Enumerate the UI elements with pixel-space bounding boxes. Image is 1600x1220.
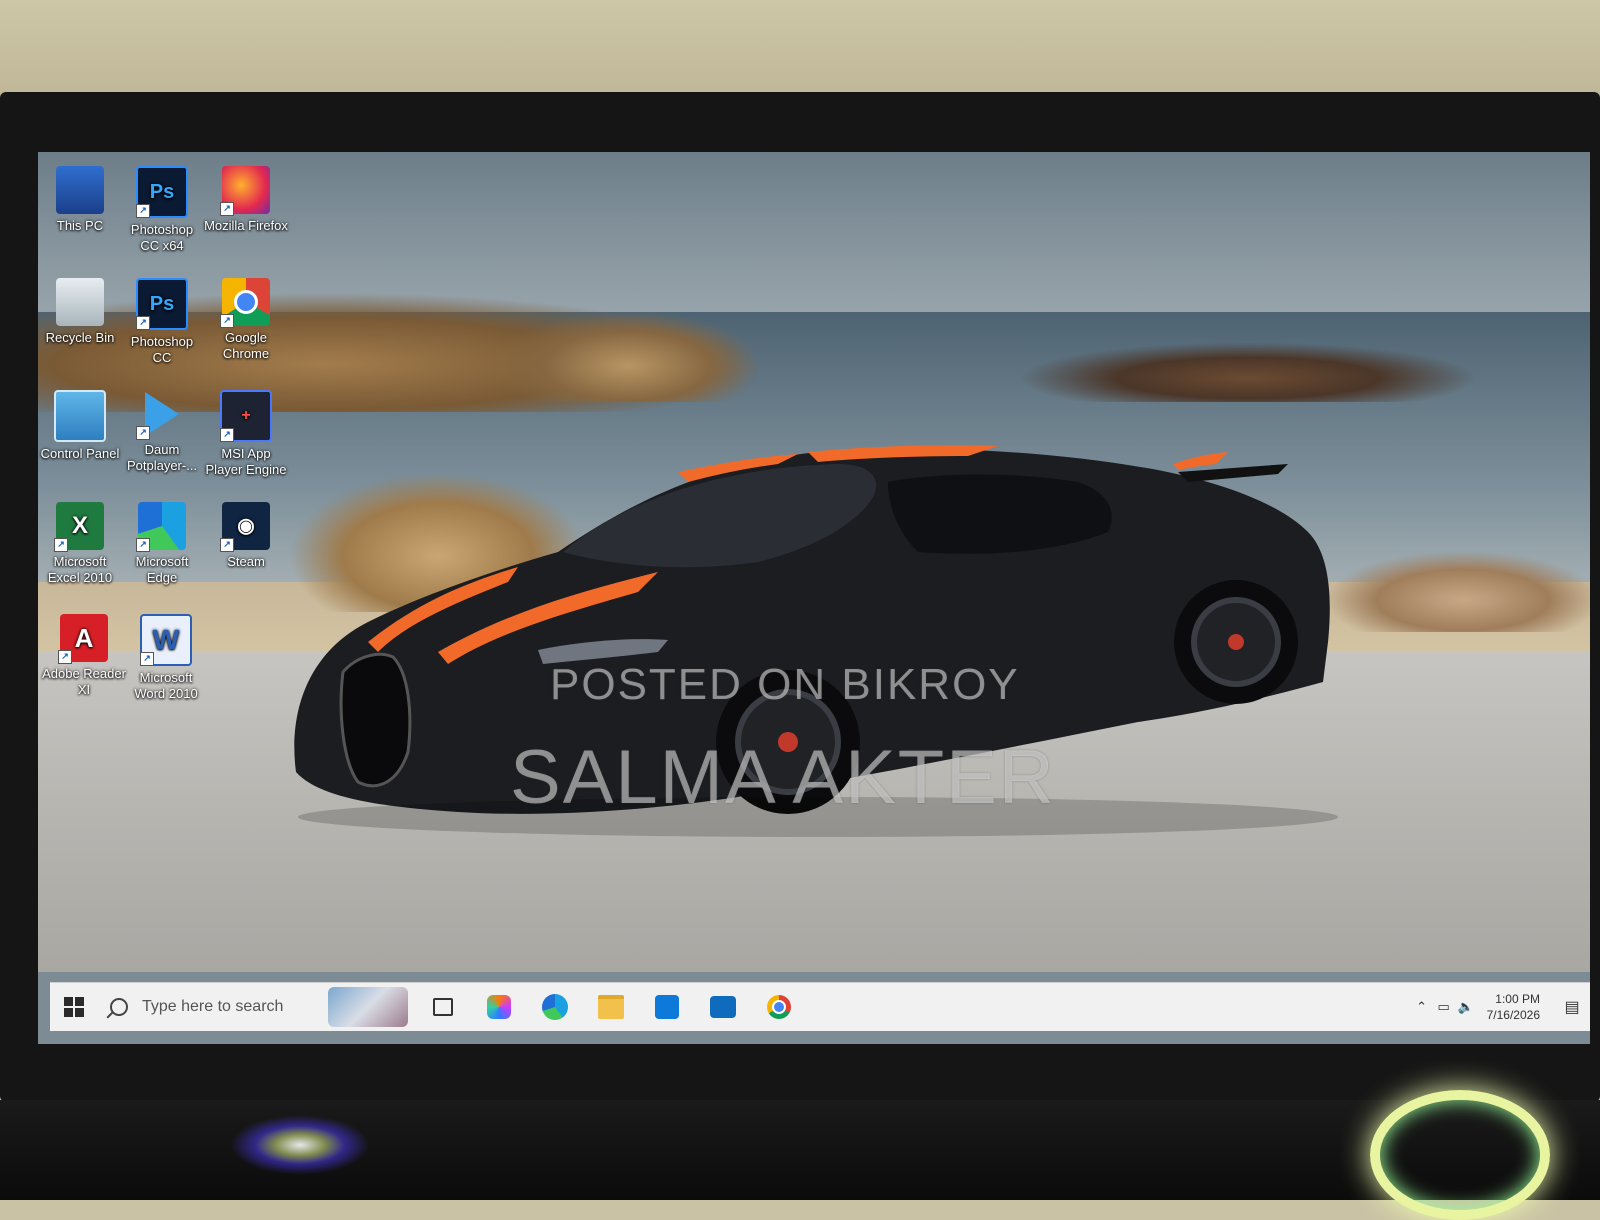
potplayer-icon: ↗	[136, 390, 186, 440]
desktop-icon-label: This PC	[56, 218, 104, 233]
desktop-icon-excel-2010[interactable]: X ↗ Microsoft Excel 2010	[38, 502, 122, 586]
microsoft-store-icon	[655, 995, 679, 1019]
desktop-icon-label: Daum Potplayer-...	[126, 442, 198, 473]
computer-icon	[56, 166, 104, 214]
chrome-icon: ↗	[220, 278, 270, 328]
search-highlight-image[interactable]	[328, 987, 408, 1027]
edge-icon: ↗	[136, 502, 186, 552]
edge-icon	[542, 994, 568, 1020]
volume-icon[interactable]: 🔈	[1455, 999, 1477, 1015]
desktop-icon-mozilla-firefox[interactable]: ↗ Mozilla Firefox	[204, 166, 288, 234]
desktop-icon-google-chrome[interactable]: ↗ Google Chrome	[204, 278, 288, 362]
microsoft-store-button[interactable]	[646, 986, 688, 1028]
photoshop-icon: Ps ↗	[136, 166, 188, 218]
excel-icon: X ↗	[54, 502, 104, 552]
desktop-icon-photoshop-cc-x64[interactable]: Ps ↗ Photoshop CC x64	[120, 166, 204, 254]
notification-icon: ▤	[1564, 999, 1580, 1016]
task-view-icon	[433, 998, 453, 1016]
desktop-icon-label: Microsoft Edge	[135, 554, 189, 585]
desktop-icon-label: Recycle Bin	[45, 330, 115, 345]
notification-center-button[interactable]: ▤	[1554, 983, 1590, 1031]
desktop-icon-recycle-bin[interactable]: Recycle Bin	[38, 278, 122, 346]
network-icon[interactable]: ▭	[1433, 999, 1455, 1015]
desktop-icon-msi-app-player[interactable]: + ↗ MSI App Player Engine	[204, 390, 288, 478]
desktop-icon-label: Photoshop CC x64	[130, 222, 194, 253]
chrome-taskbar-button[interactable]	[758, 986, 800, 1028]
chrome-icon	[767, 995, 791, 1019]
desktop-icon-daum-potplayer[interactable]: ↗ Daum Potplayer-...	[120, 390, 204, 474]
desktop-icon-word-2010[interactable]: W ↗ Microsoft Word 2010	[124, 614, 208, 702]
desktop-icon-label: Control Panel	[40, 446, 120, 461]
desktop-icon-label: Steam	[227, 554, 265, 569]
clock-date: 7/16/2026	[1486, 1008, 1540, 1022]
rgb-fan-light	[230, 1115, 370, 1175]
desktop-icon-adobe-reader[interactable]: A ↗ Adobe Reader XI	[42, 614, 126, 698]
copilot-icon	[487, 995, 511, 1019]
word-icon: W ↗	[140, 614, 192, 666]
watermark-text: SALMA AKTER	[510, 735, 1056, 820]
outlook-button[interactable]	[702, 986, 744, 1028]
firefox-icon: ↗	[220, 166, 270, 216]
watermark-text: POSTED ON BIKROY	[550, 660, 1020, 709]
desktop-icon-label: Microsoft Word 2010	[134, 670, 198, 701]
adobe-reader-icon: A ↗	[58, 614, 108, 664]
recycle-bin-icon	[56, 278, 104, 326]
edge-taskbar-button[interactable]	[534, 986, 576, 1028]
desktop-icon-microsoft-edge[interactable]: ↗ Microsoft Edge	[120, 502, 204, 586]
copilot-button[interactable]	[478, 986, 520, 1028]
taskbar-search-box[interactable]: Type here to search	[98, 983, 328, 1031]
task-view-button[interactable]	[422, 986, 464, 1028]
desktop-icon-label: MSI App Player Engine	[205, 446, 287, 477]
chevron-up-icon[interactable]: ⌃	[1411, 999, 1433, 1015]
start-button[interactable]	[50, 983, 98, 1031]
desktop-icon-label: Google Chrome	[222, 330, 270, 361]
taskbar: Type here to search ⌃ ▭ 🔈 1:00 PM 7/16/2…	[50, 982, 1590, 1031]
search-icon	[110, 998, 128, 1016]
desktop-icon-this-pc[interactable]: This PC	[38, 166, 122, 234]
clock-time: 1:00 PM	[1495, 992, 1540, 1006]
desktop-icon-label: Microsoft Excel 2010	[47, 554, 113, 585]
desktop-icon-control-panel[interactable]: Control Panel	[38, 390, 122, 462]
windows-logo-icon	[64, 997, 84, 1017]
system-tray: ⌃ ▭ 🔈 1:00 PM 7/16/2026 ▤	[1411, 983, 1590, 1031]
desktop-screen[interactable]: POSTED ON BIKROY SALMA AKTER This PC Ps ↗…	[38, 152, 1590, 1044]
desktop-icon-steam[interactable]: ◉ ↗ Steam	[204, 502, 288, 570]
search-placeholder: Type here to search	[142, 998, 284, 1015]
desktop-icon-label: Photoshop CC	[130, 334, 194, 365]
msi-app-player-icon: + ↗	[220, 390, 272, 442]
file-explorer-button[interactable]	[590, 986, 632, 1028]
taskbar-clock[interactable]: 1:00 PM 7/16/2026	[1487, 991, 1540, 1023]
desktop-icon-label: Adobe Reader XI	[42, 666, 126, 697]
desktop-icon-photoshop-cc[interactable]: Ps ↗ Photoshop CC	[120, 278, 204, 366]
rgb-fan-ring	[1370, 1090, 1550, 1220]
photoshop-icon: Ps ↗	[136, 278, 188, 330]
control-panel-icon	[54, 390, 106, 442]
steam-icon: ◉ ↗	[220, 502, 270, 552]
outlook-icon	[710, 996, 736, 1018]
desktop-icon-label: Mozilla Firefox	[204, 218, 288, 233]
file-explorer-icon	[598, 995, 624, 1019]
